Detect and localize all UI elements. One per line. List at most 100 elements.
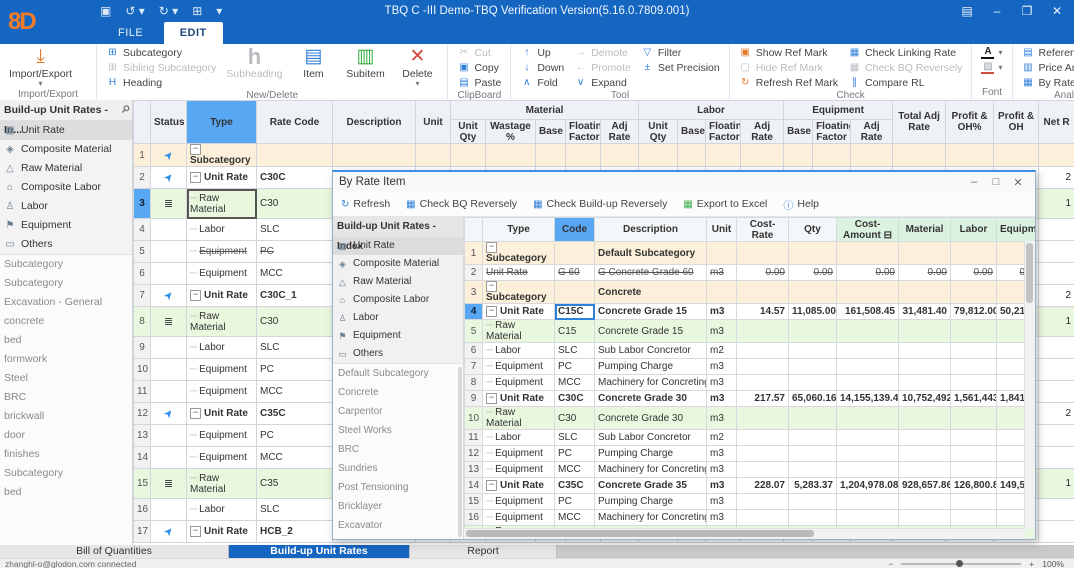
cell-desc[interactable]: Default Subcategory [595,242,707,265]
cell-cost-rate[interactable]: 217.57 [737,391,789,407]
cell-code[interactable]: C15C [555,304,595,320]
dialog-horizontal-scrollbar[interactable] [464,528,1025,539]
cell-cost-rate[interactable] [737,446,789,462]
check-linking-rate-button[interactable]: ▦Check Linking Rate [846,45,964,60]
sidebar-item-composite-material[interactable]: ◈Composite Material [0,140,132,159]
cell-cost-amount[interactable] [837,320,899,343]
cell-rate-code[interactable]: SLC [257,499,333,521]
cell-net-rate[interactable] [1039,425,1074,447]
cell-type[interactable]: ─Labor [187,499,257,521]
cell-net-rate[interactable] [1039,241,1074,263]
row-number[interactable]: 14 [465,478,483,494]
col-header-unit-qty[interactable]: Unit Qty [639,120,678,144]
cell-cost-rate[interactable] [737,242,789,265]
row-number[interactable]: 8 [134,307,151,337]
index-category-carpentor[interactable]: Carpentor [333,402,463,421]
cell-qty[interactable] [789,494,837,510]
index-item-others[interactable]: ▭Others [333,345,463,363]
row-number[interactable]: 4 [134,219,151,241]
cell-type[interactable]: −Unit Rate [483,478,555,494]
status-cell[interactable] [151,359,187,381]
collapse-icon[interactable]: − [190,526,201,537]
cell-cost-rate[interactable] [737,407,789,430]
cell-labor[interactable]: 126,800.87 [951,478,997,494]
cell-labor[interactable] [951,430,997,446]
cell-type[interactable]: ─Equipment [483,494,555,510]
index-item-composite-labor[interactable]: ⌂Composite Labor [333,291,463,309]
status-cell[interactable] [151,241,187,263]
cell-cost-amount[interactable] [837,407,899,430]
row-number[interactable]: 2 [134,167,151,189]
check-bq-reversely-button[interactable]: ▦Check BQ Reversely [406,198,517,210]
cell-qty[interactable] [789,446,837,462]
col-header-adj-rate[interactable]: Adj Rate [601,120,639,144]
set-precision-button[interactable]: ±Set Precision [639,60,722,75]
sidebar-item-raw-material[interactable]: △Raw Material [0,159,132,178]
cell-type[interactable]: ─Labor [483,343,555,359]
status-cell[interactable]: ≣ [151,189,187,219]
index-item-unit-rate[interactable]: ▦Unit Rate [333,237,463,255]
cell-material[interactable] [899,359,951,375]
dialog-title-bar[interactable]: By Rate Item –□✕ [333,172,1035,192]
cell-material[interactable] [899,494,951,510]
row-number[interactable]: 16 [465,510,483,526]
redo-icon[interactable]: ↻ ▾ [159,2,178,20]
cell-material[interactable] [899,462,951,478]
index-category-bricklayer[interactable]: Bricklayer [333,497,463,516]
cell-desc[interactable]: Pumping Charge [595,446,707,462]
cell-rate-code[interactable]: C30C [257,167,333,189]
price-analysis-button[interactable]: ▥Price Analysis [1020,60,1074,75]
col-header-adj-rate[interactable]: Adj Rate [741,120,784,144]
cell-rate-code[interactable]: MCC [257,447,333,469]
cell-qty[interactable]: 0.00 [789,265,837,281]
tab-report[interactable]: Report [410,545,557,558]
show-ref-mark-button[interactable]: ▣Show Ref Mark [737,45,840,60]
collapse-icon[interactable]: − [486,281,497,292]
index-item-raw-material[interactable]: △Raw Material [333,273,463,291]
expand-button[interactable]: ∨Expand [572,75,633,90]
col-header-corner[interactable] [134,101,151,144]
index-category-post-tensioning[interactable]: Post Tensioning [333,478,463,497]
cell-empty[interactable] [946,144,994,167]
cell-rate-code[interactable]: PC [257,359,333,381]
cell-type[interactable]: ─Labor [187,337,257,359]
cell-empty[interactable] [741,144,784,167]
cell-desc[interactable]: Sub Labor Concretor [595,343,707,359]
cell-material[interactable] [899,320,951,343]
cell-type[interactable]: ─Equipment [483,446,555,462]
cell-rate-code[interactable]: PC [257,241,333,263]
cell-unit[interactable]: m3 [707,375,737,391]
zoom-slider-thumb[interactable] [956,560,963,567]
cell-net-rate[interactable]: 2 [1039,285,1074,307]
col-header-floating-factor[interactable]: Floating Factor [706,120,741,144]
dialog-minimize-icon[interactable]: – [963,176,985,189]
close-icon[interactable]: ✕ [1042,0,1072,22]
cell-labor[interactable] [951,375,997,391]
cell-labor[interactable] [951,510,997,526]
cell-rate-code[interactable]: SLC [257,219,333,241]
cell-cost-amount[interactable] [837,494,899,510]
cell-code[interactable]: MCC [555,510,595,526]
refresh-ref-mark-button[interactable]: ↻Refresh Ref Mark [737,75,840,90]
row-number[interactable]: 1 [465,242,483,265]
cell-cost-amount[interactable] [837,359,899,375]
cell-qty[interactable]: 11,085.00 [789,304,837,320]
tab-file[interactable]: FILE [102,22,159,44]
cell-labor[interactable]: 1,561,443.89 [951,391,997,407]
undo-icon[interactable]: ↺ ▾ [125,2,144,20]
cell-rate-code[interactable]: C35C [257,403,333,425]
cell-type[interactable]: ─Raw Material [483,320,555,343]
help-button[interactable]: ⓘHelp [783,197,819,212]
cell-desc[interactable]: Pumping Charge [595,494,707,510]
row-number[interactable]: 13 [465,462,483,478]
cell-qty[interactable] [789,430,837,446]
col-header-floating-factor[interactable]: Floating Factor [813,120,851,144]
cell-code[interactable]: C30C [555,391,595,407]
cell-material[interactable] [899,430,951,446]
index-category-concrete[interactable]: Concrete [333,383,463,402]
row-number[interactable]: 5 [465,320,483,343]
index-scrollbar[interactable] [458,367,462,537]
cell-empty[interactable] [851,144,893,167]
sidebar-item-finishes[interactable]: finishes [0,445,132,464]
cell-rate-code[interactable]: MCC [257,381,333,403]
